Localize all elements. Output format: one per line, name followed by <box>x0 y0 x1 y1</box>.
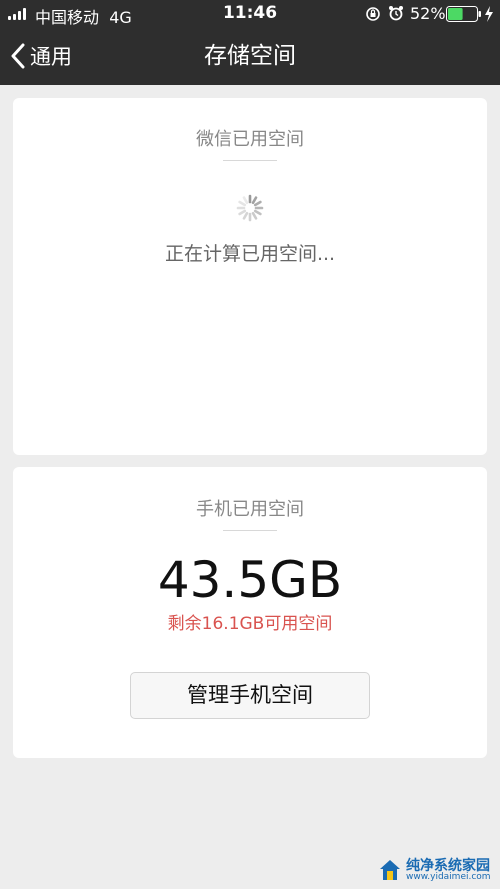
house-icon <box>380 860 400 880</box>
battery-percent: 52% <box>410 4 446 23</box>
manage-phone-space-button[interactable]: 管理手机空间 <box>130 672 370 719</box>
status-bar: 中国移动 4G 11:46 52% <box>0 0 500 27</box>
phone-storage-title: 手机已用空间 <box>196 499 304 520</box>
divider <box>223 530 277 531</box>
alarm-icon <box>389 6 403 21</box>
wechat-storage-card: 微信已用空间 正在计算已用空间... <box>13 98 487 455</box>
charging-icon <box>485 6 493 22</box>
battery-fill <box>448 8 463 20</box>
battery-icon <box>446 6 481 22</box>
wechat-storage-title: 微信已用空间 <box>196 129 304 150</box>
divider <box>223 160 277 161</box>
watermark-url: www.yidaimei.com <box>406 871 491 882</box>
watermark-logo: 纯净系统家园 www.yidaimei.com <box>378 856 496 884</box>
watermark-main-text: 纯净系统家园 <box>406 857 490 874</box>
calculating-text: 正在计算已用空间... <box>164 243 336 265</box>
nav-bar: 通用 存储空间 <box>0 27 500 85</box>
page-title: 存储空间 <box>204 43 296 69</box>
loading-spinner-icon <box>236 194 264 222</box>
rotation-lock-icon <box>366 7 380 21</box>
phone-used-value: 43.5GB <box>157 551 343 609</box>
remaining-space-text: 剩余16.1GB可用空间 <box>167 614 333 634</box>
phone-storage-card: 手机已用空间 43.5GB 剩余16.1GB可用空间 管理手机空间 <box>13 467 487 758</box>
